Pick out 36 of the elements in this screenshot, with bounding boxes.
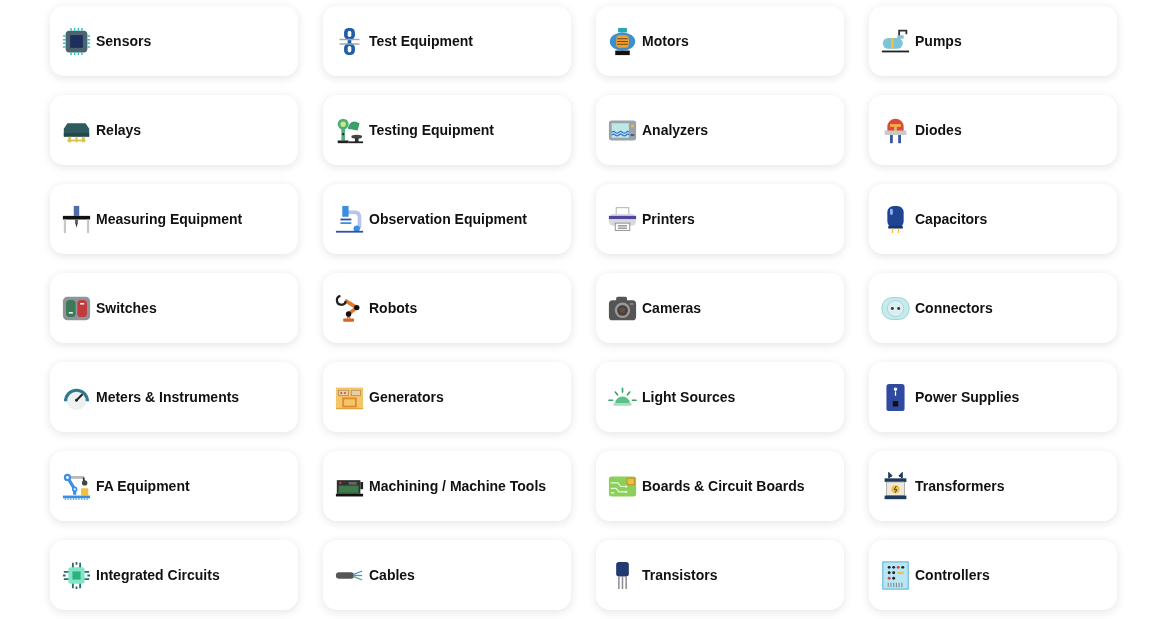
category-link[interactable]: Controllers <box>869 540 1117 610</box>
printer-icon <box>608 204 637 234</box>
category-link[interactable]: Generators <box>323 362 571 432</box>
category-link[interactable]: Switches <box>50 273 298 343</box>
category-link[interactable]: Cameras <box>596 273 844 343</box>
category-link[interactable]: Test Equipment <box>323 6 571 76</box>
category-link[interactable]: Motors <box>596 6 844 76</box>
chip-icon <box>62 26 91 56</box>
chip-icon <box>62 560 91 590</box>
category-link[interactable]: Analyzers <box>596 95 844 165</box>
category-link[interactable]: Robots <box>323 273 571 343</box>
category-link[interactable]: Power Supplies <box>869 362 1117 432</box>
category-link[interactable]: Transistors <box>596 540 844 610</box>
category-link[interactable]: Transformers <box>869 451 1117 521</box>
category-link[interactable]: Diodes <box>869 95 1117 165</box>
category-link[interactable]: Measuring Equipment <box>50 184 298 254</box>
category-link[interactable]: Relays <box>50 95 298 165</box>
category-link[interactable]: Meters & Instruments <box>50 362 298 432</box>
category-link[interactable]: Testing Equipment <box>323 95 571 165</box>
category-link[interactable]: Capacitors <box>869 184 1117 254</box>
category-link[interactable]: Printers <box>596 184 844 254</box>
category-link[interactable]: Sensors <box>50 6 298 76</box>
motor-icon <box>608 26 637 56</box>
category-link[interactable]: Machining / Machine Tools <box>323 451 571 521</box>
gantry-icon <box>62 204 91 234</box>
category-link[interactable]: Boards & Circuit Boards <box>596 451 844 521</box>
category-link[interactable]: Integrated Circuits <box>50 540 298 610</box>
category-link[interactable]: Connectors <box>869 273 1117 343</box>
category-link[interactable]: FA Equipment <box>50 451 298 521</box>
microscope-icon <box>335 204 364 234</box>
control-panel-icon <box>881 560 910 590</box>
category-link[interactable]: Observation Equipment <box>323 184 571 254</box>
robot-arm-icon <box>62 471 91 501</box>
category-link[interactable]: Light Sources <box>596 362 844 432</box>
category-link[interactable]: Pumps <box>869 6 1117 76</box>
category-link[interactable]: Cables <box>323 540 571 610</box>
